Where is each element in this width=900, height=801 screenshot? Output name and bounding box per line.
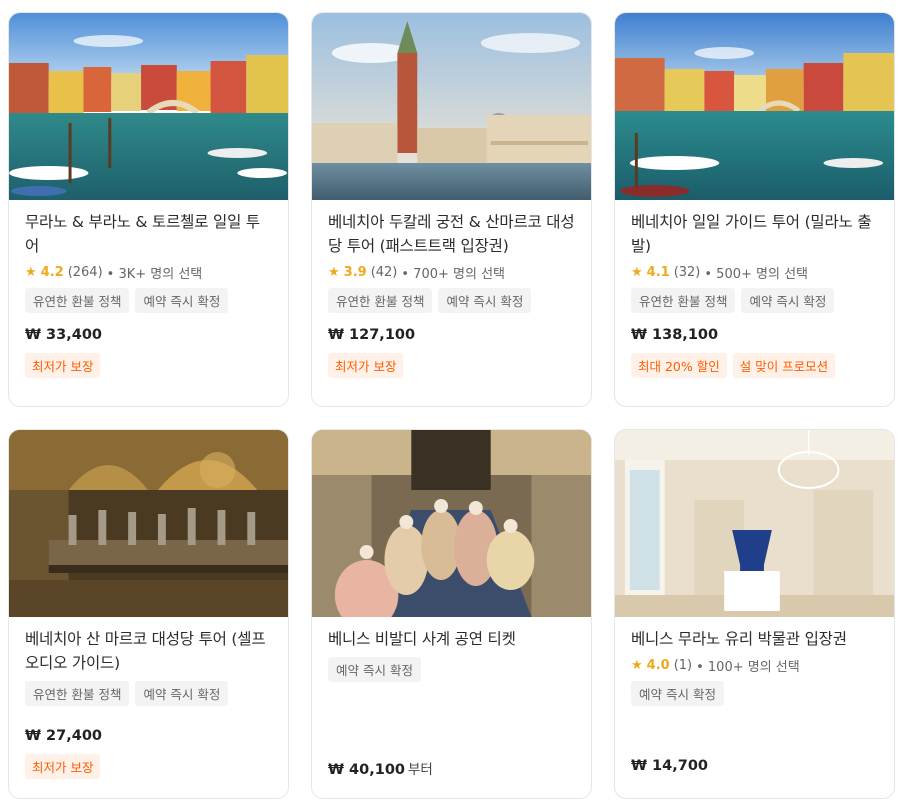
rating-row: ★ 4.1 (32) • 500+ 명의 선택 — [631, 262, 878, 282]
tag-instant-confirm: 예약 즉시 확정 — [135, 681, 229, 706]
review-count: (264) — [67, 264, 103, 280]
star-icon: ★ — [631, 657, 643, 673]
feature-tags: 예약 즉시 확정 — [631, 681, 878, 706]
feature-tags: 예약 즉시 확정 — [328, 657, 575, 682]
promo-badges: 최대 20% 할인 설 맞이 프로모션 — [631, 353, 836, 378]
tag-flexible-refund: 유연한 환불 정책 — [25, 681, 130, 706]
badge-lowest-price: 최저가 보장 — [328, 353, 404, 378]
rating-score: 4.1 — [646, 264, 670, 280]
price: ₩ 40,100 부터 — [328, 758, 433, 778]
tag-instant-confirm: 예약 즉시 확정 — [741, 288, 835, 313]
badge-lowest-price: 최저가 보장 — [25, 353, 101, 378]
price: ₩ 14,700 — [631, 758, 708, 774]
tag-instant-confirm: 예약 즉시 확정 — [438, 288, 532, 313]
feature-tags: 유연한 환불 정책 예약 즉시 확정 — [631, 288, 878, 313]
tag-flexible-refund: 유연한 환불 정책 — [631, 288, 736, 313]
product-image-baroque-performers[interactable] — [312, 430, 591, 617]
booked-count: • 3K+ 명의 선택 — [106, 266, 203, 282]
product-image-canal[interactable] — [9, 13, 288, 200]
product-title[interactable]: 베니스 무라노 유리 박물관 입장권 — [631, 627, 878, 651]
star-icon: ★ — [631, 264, 643, 280]
rating-row: ★ 4.2 (264) • 3K+ 명의 선택 — [25, 262, 272, 282]
product-title[interactable]: 무라노 & 부라노 & 토르첼로 일일 투어 — [25, 210, 272, 258]
product-title[interactable]: 베네치아 두칼레 궁전 & 산마르코 대성당 투어 (패스트트랙 입장권) — [328, 210, 575, 258]
tag-flexible-refund: 유연한 환불 정책 — [25, 288, 130, 313]
feature-tags: 유연한 환불 정책 예약 즉시 확정 — [25, 681, 272, 706]
promo-badges: 최저가 보장 — [25, 754, 101, 779]
rating-score: 4.0 — [646, 657, 670, 673]
price: ₩ 27,400 — [25, 728, 102, 744]
product-image-san-marco[interactable] — [312, 13, 591, 200]
promo-badges: 최저가 보장 — [25, 353, 101, 378]
tag-flexible-refund: 유연한 환불 정책 — [328, 288, 433, 313]
price-suffix: 부터 — [408, 762, 433, 778]
promo-badges: 최저가 보장 — [328, 353, 404, 378]
product-title[interactable]: 베니스 비발디 사계 공연 티켓 — [328, 627, 575, 651]
product-image-canal[interactable] — [615, 13, 894, 200]
badge-discount: 최대 20% 할인 — [631, 353, 727, 378]
rating-score: 4.2 — [40, 264, 64, 280]
feature-tags: 유연한 환불 정책 예약 즉시 확정 — [25, 288, 272, 313]
price: ₩ 138,100 — [631, 327, 719, 343]
review-count: (32) — [673, 264, 701, 280]
tag-instant-confirm: 예약 즉시 확정 — [135, 288, 229, 313]
product-card-murano-burano[interactable]: 무라노 & 부라노 & 토르첼로 일일 투어 ★ 4.2 (264) • 3K+… — [8, 12, 289, 407]
rating-row: ★ 3.9 (42) • 700+ 명의 선택 — [328, 262, 575, 282]
product-image-basilica-interior[interactable] — [9, 430, 288, 617]
price-amount: ₩ 40,100 — [328, 762, 405, 778]
star-icon: ★ — [328, 264, 340, 280]
product-card-glass-museum[interactable]: 베니스 무라노 유리 박물관 입장권 ★ 4.0 (1) • 100+ 명의 선… — [614, 429, 895, 799]
tag-instant-confirm: 예약 즉시 확정 — [631, 681, 724, 706]
badge-lowest-price: 최저가 보장 — [25, 754, 101, 779]
product-card-vivaldi-concert[interactable]: 베니스 비발디 사계 공연 티켓 예약 즉시 확정 ₩ 40,100 부터 — [311, 429, 592, 799]
booked-count: • 500+ 명의 선택 — [704, 266, 808, 282]
review-count: (42) — [370, 264, 398, 280]
price: ₩ 127,100 — [328, 327, 416, 343]
booked-count: • 700+ 명의 선택 — [401, 266, 505, 282]
tag-instant-confirm: 예약 즉시 확정 — [328, 657, 421, 682]
product-image-museum-interior[interactable] — [615, 430, 894, 617]
product-title[interactable]: 베네치아 일일 가이드 투어 (밀라노 출발) — [631, 210, 878, 258]
booked-count: • 100+ 명의 선택 — [696, 659, 800, 675]
star-icon: ★ — [25, 264, 37, 280]
price: ₩ 33,400 — [25, 327, 102, 343]
product-card-doge-palace[interactable]: 베네치아 두칼레 궁전 & 산마르코 대성당 투어 (패스트트랙 입장권) ★ … — [311, 12, 592, 407]
badge-lunar-promo: 설 맞이 프로모션 — [732, 353, 836, 378]
product-grid: 무라노 & 부라노 & 토르첼로 일일 투어 ★ 4.2 (264) • 3K+… — [8, 12, 895, 799]
review-count: (1) — [673, 657, 693, 673]
feature-tags: 유연한 환불 정책 예약 즉시 확정 — [328, 288, 575, 313]
product-title[interactable]: 베네치아 산 마르코 대성당 투어 (셀프 오디오 가이드) — [25, 627, 272, 675]
rating-score: 3.9 — [343, 264, 367, 280]
rating-row: ★ 4.0 (1) • 100+ 명의 선택 — [631, 655, 878, 675]
product-card-san-marco-audio[interactable]: 베네치아 산 마르코 대성당 투어 (셀프 오디오 가이드) 유연한 환불 정책… — [8, 429, 289, 799]
product-card-milan-day-tour[interactable]: 베네치아 일일 가이드 투어 (밀라노 출발) ★ 4.1 (32) • 500… — [614, 12, 895, 407]
